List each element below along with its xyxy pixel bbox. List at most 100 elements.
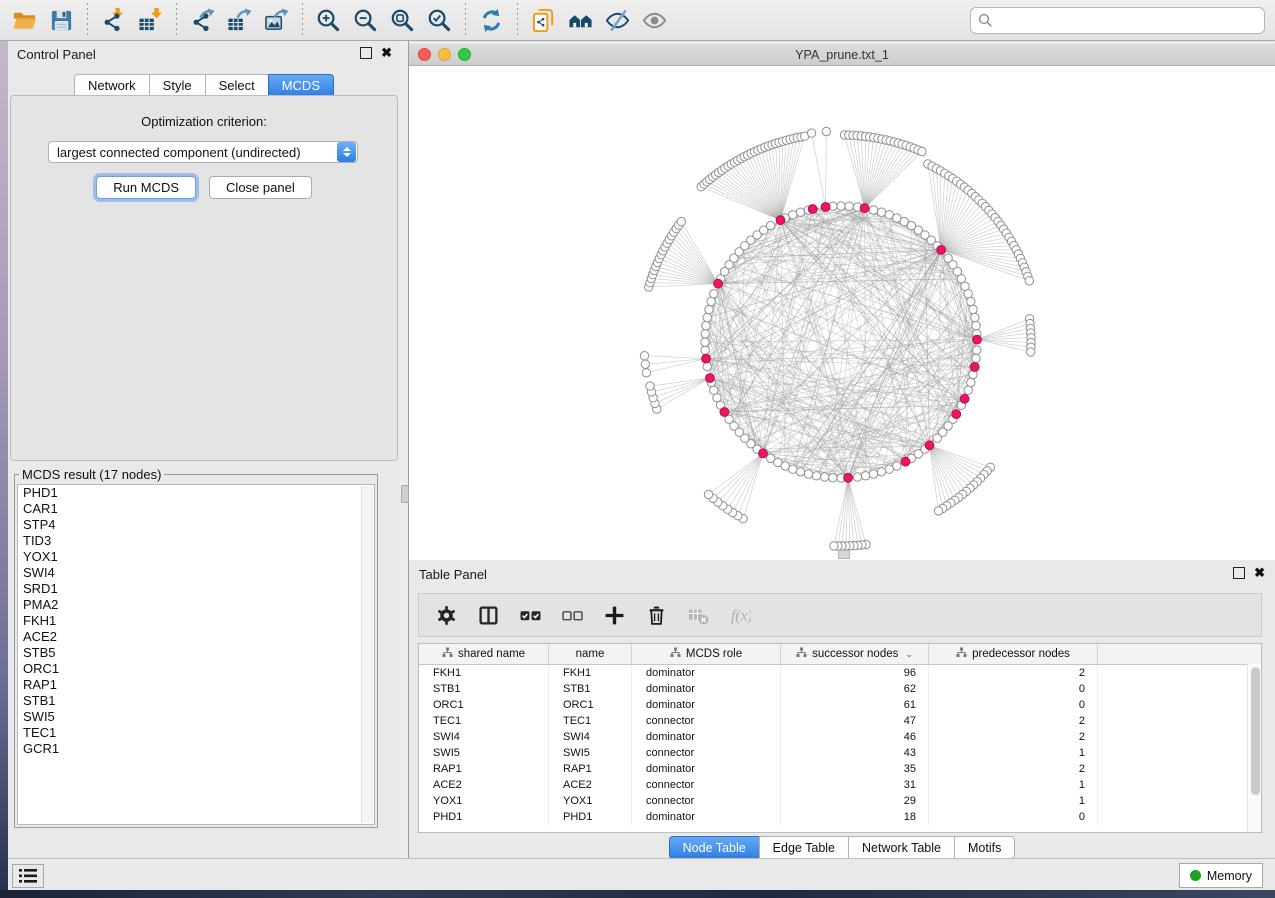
optimization-criterion-label: Optimization criterion: (11, 114, 397, 129)
column-header-name[interactable]: name (549, 644, 632, 664)
mcds-result-item[interactable]: TID3 (18, 533, 374, 549)
tab-edge-table[interactable]: Edge Table (759, 836, 848, 859)
search-box[interactable] (970, 7, 1265, 34)
table-row-SWI5[interactable]: SWI5SWI5connector431 (419, 745, 1261, 761)
zoom-in-button[interactable] (310, 3, 347, 38)
mcds-result-item[interactable]: ORC1 (18, 661, 374, 677)
mcds-result-item[interactable]: STB5 (18, 645, 374, 661)
float-panel-icon[interactable] (360, 47, 372, 59)
mcds-result-item[interactable]: PMA2 (18, 597, 374, 613)
hide-selected-button[interactable] (599, 3, 636, 38)
memory-button[interactable]: Memory (1179, 863, 1263, 888)
show-all-button[interactable] (636, 3, 673, 38)
toolbar-separator (465, 3, 466, 37)
import-table-button[interactable] (132, 3, 169, 38)
mcds-result-item[interactable]: STP4 (18, 517, 374, 533)
search-input[interactable] (998, 10, 1264, 30)
table-row-SWI4[interactable]: SWI4SWI4dominator462 (419, 729, 1261, 745)
toolbar-group (525, 3, 673, 38)
table-row-RAP1[interactable]: RAP1RAP1dominator352 (419, 761, 1261, 777)
table-row-PHD1[interactable]: PHD1PHD1dominator180 (419, 809, 1261, 825)
task-history-button[interactable] (12, 864, 44, 888)
select-all-rows-icon (520, 605, 541, 626)
tab-node-table[interactable]: Node Table (669, 836, 759, 859)
run-mcds-button[interactable]: Run MCDS (96, 176, 196, 199)
mcds-result-item[interactable]: GCR1 (18, 741, 374, 757)
delete-table-button (687, 604, 709, 626)
export-image-button[interactable] (258, 3, 295, 38)
mcds-result-item[interactable]: SWI4 (18, 565, 374, 581)
column-header-MCDS-role[interactable]: MCDS role (632, 644, 781, 664)
column-header-predecessor-nodes[interactable]: predecessor nodes (929, 644, 1098, 664)
tab-mcds[interactable]: MCDS (268, 74, 334, 97)
network-graph[interactable] (409, 66, 1275, 560)
mcds-result-item[interactable]: SRD1 (18, 581, 374, 597)
vertical-splitter[interactable] (400, 41, 409, 858)
close-panel-icon[interactable]: ✖ (381, 48, 392, 58)
apply-layout-button[interactable] (473, 3, 510, 38)
horizontal-splitter-handle[interactable] (838, 550, 850, 559)
mcds-result-item[interactable]: TEC1 (18, 725, 374, 741)
show-neighbors-button[interactable] (562, 3, 599, 38)
mcds-result-item[interactable]: STB1 (18, 693, 374, 709)
import-network-button[interactable] (95, 3, 132, 38)
mcds-result-item[interactable]: PHD1 (18, 485, 374, 501)
tab-motifs[interactable]: Motifs (954, 836, 1015, 859)
cell-name: RAP1 (549, 761, 632, 777)
table-row-TEC1[interactable]: TEC1TEC1connector472 (419, 713, 1261, 729)
table-settings-button[interactable] (435, 604, 457, 626)
select-all-rows-button[interactable] (519, 604, 541, 626)
deselect-all-rows-button[interactable] (561, 604, 583, 626)
add-row-button[interactable] (603, 604, 625, 626)
cell-MCDS-role: dominator (632, 761, 781, 777)
close-table-panel-icon[interactable]: ✖ (1254, 568, 1265, 578)
desktop-edge-left (0, 41, 8, 890)
table-row-ORC1[interactable]: ORC1ORC1dominator610 (419, 697, 1261, 713)
export-network-button[interactable] (184, 3, 221, 38)
splitter-handle[interactable] (401, 485, 409, 503)
zoom-fit-button[interactable] (384, 3, 421, 38)
mcds-result-item[interactable]: SWI5 (18, 709, 374, 725)
control-panel-header: Control Panel ✖ (8, 41, 400, 67)
column-header-shared-name[interactable]: shared name (419, 644, 549, 664)
clone-network-button[interactable] (525, 3, 562, 38)
zoom-out-button[interactable] (347, 3, 384, 38)
deselect-all-rows-icon (562, 605, 583, 626)
column-header-successor-nodes[interactable]: successor nodes⌄ (781, 644, 929, 664)
cell-predecessor-nodes: 0 (929, 809, 1098, 825)
network-window-titlebar[interactable]: YPA_prune.txt_1 (409, 44, 1275, 66)
cell-predecessor-nodes: 1 (929, 777, 1098, 793)
tab-network-table[interactable]: Network Table (848, 836, 954, 859)
mcds-result-item[interactable]: CAR1 (18, 501, 374, 517)
memory-button-label: Memory (1207, 869, 1252, 883)
table-row-ACE2[interactable]: ACE2ACE2connector311 (419, 777, 1261, 793)
network-view-canvas[interactable] (409, 66, 1275, 560)
mcds-result-item[interactable]: FKH1 (18, 613, 374, 629)
delete-table-icon (688, 605, 709, 626)
close-panel-button[interactable]: Close panel (209, 176, 312, 199)
tab-network[interactable]: Network (74, 74, 149, 97)
float-table-panel-icon[interactable] (1233, 567, 1245, 579)
mcds-result-item[interactable]: YOX1 (18, 549, 374, 565)
mcds-result-item[interactable]: ACE2 (18, 629, 374, 645)
toolbar-separator (176, 3, 177, 37)
mcds-list-scrollbar[interactable] (361, 486, 373, 823)
table-scrollbar-thumb[interactable] (1251, 667, 1260, 795)
delete-row-button[interactable] (645, 604, 667, 626)
save-session-button[interactable] (43, 3, 80, 38)
table-row-YOX1[interactable]: YOX1YOX1connector291 (419, 793, 1261, 809)
mcds-result-list[interactable]: PHD1CAR1STP4TID3YOX1SWI4SRD1PMA2FKH1ACE2… (17, 484, 375, 825)
table-scrollbar[interactable] (1247, 664, 1261, 832)
apply-layout-icon (479, 7, 504, 34)
tab-style[interactable]: Style (149, 74, 205, 97)
cell-shared-name: STB1 (419, 681, 549, 697)
table-row-STB1[interactable]: STB1STB1dominator620 (419, 681, 1261, 697)
export-table-button[interactable] (221, 3, 258, 38)
mcds-result-item[interactable]: RAP1 (18, 677, 374, 693)
tab-select[interactable]: Select (205, 74, 268, 97)
table-row-FKH1[interactable]: FKH1FKH1dominator962 (419, 665, 1261, 681)
zoom-selected-button[interactable] (421, 3, 458, 38)
show-columns-button[interactable] (477, 604, 499, 626)
open-file-button[interactable] (6, 3, 43, 38)
criterion-dropdown[interactable]: largest connected component (undirected) (48, 141, 358, 163)
